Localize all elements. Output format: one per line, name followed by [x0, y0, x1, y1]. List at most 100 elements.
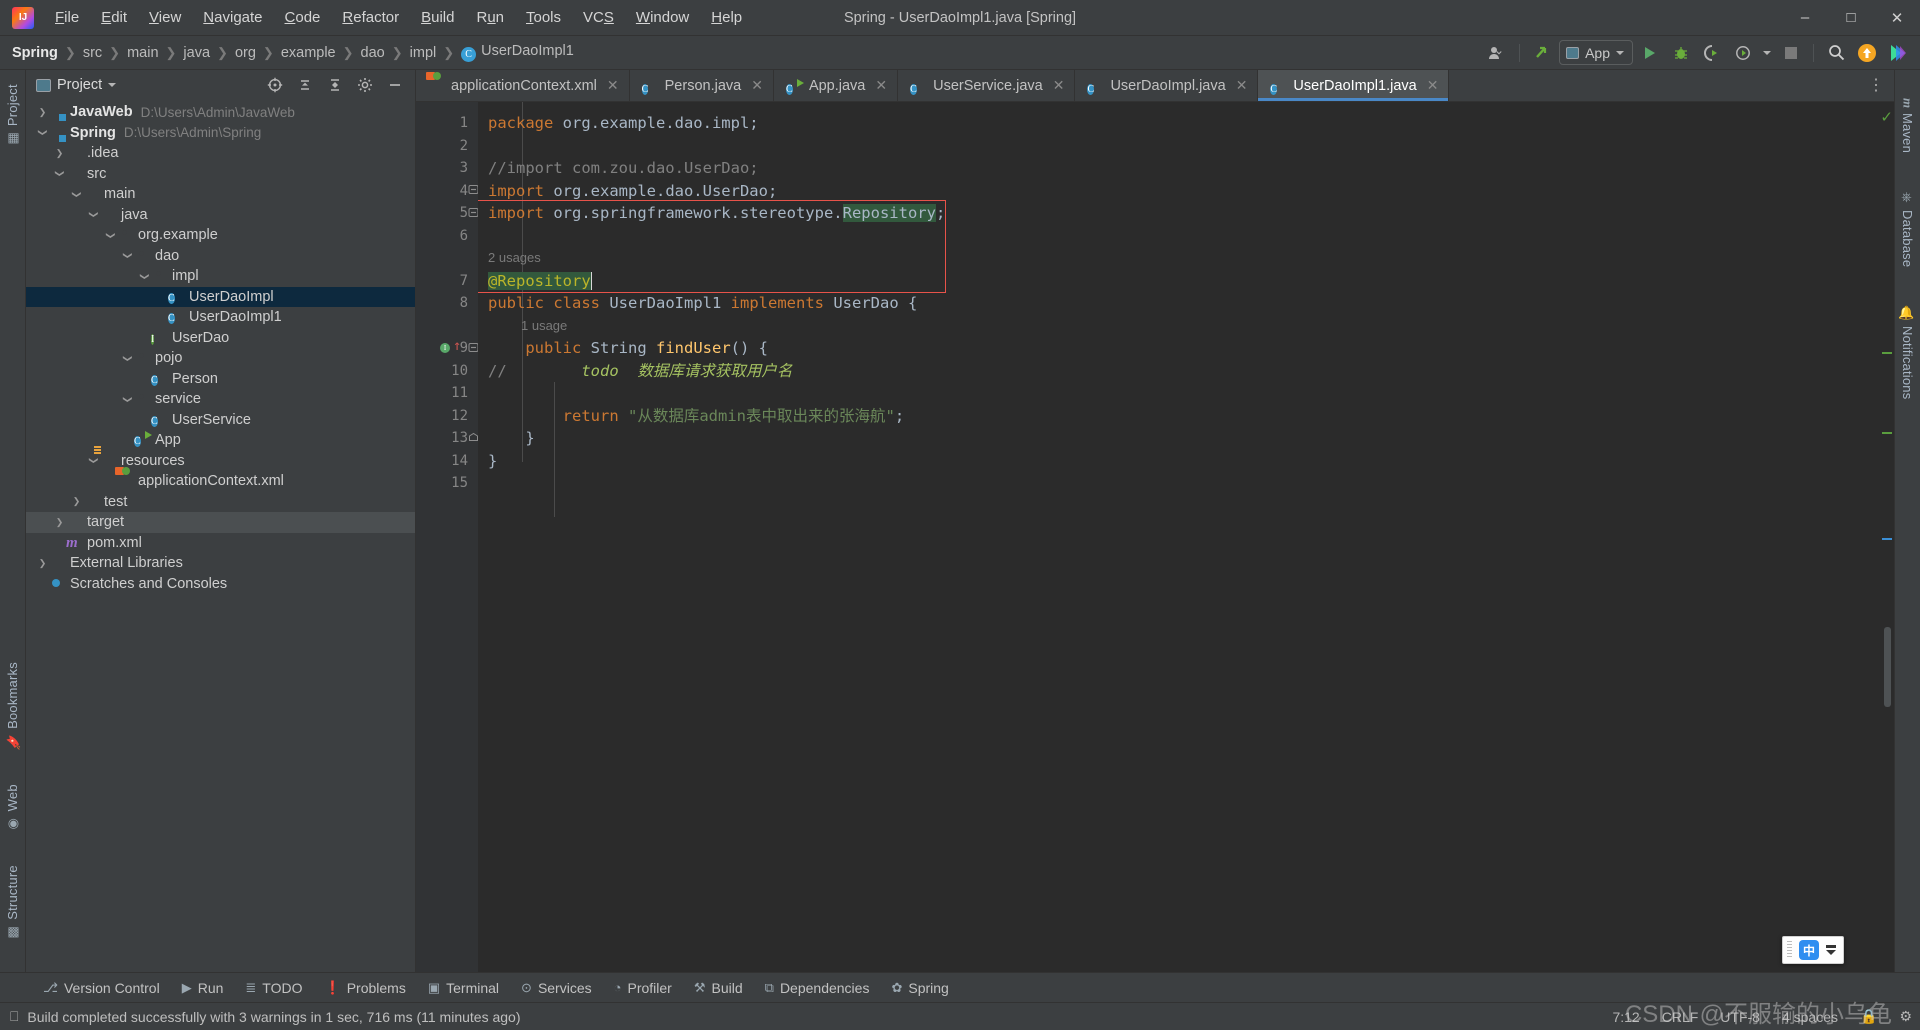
run-button[interactable]	[1636, 40, 1664, 66]
editor-tab-userservice-java[interactable]: C UserService.java ✕	[898, 70, 1076, 101]
code-line[interactable]: package org.example.dao.impl;	[488, 112, 759, 135]
tree-node-person[interactable]: C Person	[26, 369, 415, 390]
menu-edit[interactable]: Edit	[90, 4, 138, 31]
chevron-down-icon[interactable]: ❯	[37, 126, 48, 139]
code-line[interactable]: import org.springframework.stereotype.Re…	[488, 202, 945, 225]
menu-file[interactable]: FFileile	[44, 4, 90, 31]
project-tree[interactable]: ❯ JavaWeb D:\Users\Admin\JavaWeb ❯ Spring D:\…	[26, 100, 415, 972]
editor-tab-person-java[interactable]: C Person.java ✕	[630, 70, 774, 101]
user-account-icon[interactable]	[1483, 40, 1511, 66]
tree-node-resources[interactable]: ❯ resources	[26, 451, 415, 472]
tree-node-scratches-and-consoles[interactable]: Scratches and Consoles	[26, 574, 415, 595]
sogou-pinyin-icon[interactable]: 中	[1799, 940, 1819, 960]
overriding-method-arrow-icon[interactable]: ↑	[453, 339, 461, 353]
menu-build[interactable]: Build	[410, 4, 465, 31]
breadcrumb-item-impl[interactable]: impl	[406, 43, 441, 63]
close-button[interactable]: ✕	[1874, 0, 1920, 36]
editor-tab-applicationcontext-xml[interactable]: applicationContext.xml ✕	[416, 70, 630, 101]
menu-navigate[interactable]: Navigate	[192, 4, 273, 31]
tool-window-button-version-control[interactable]: ⎇ Version Control	[32, 977, 171, 999]
breadcrumb-item-dao[interactable]: dao	[357, 43, 389, 63]
read-only-toggle-icon[interactable]: 🔒	[1860, 1008, 1877, 1025]
hide-panel-icon[interactable]	[381, 72, 409, 98]
rail-button-bookmarks[interactable]: 🔖 Bookmarks	[5, 656, 20, 756]
ime-indicator[interactable]: 中	[1782, 936, 1844, 964]
scrollbar-thumb[interactable]	[1884, 627, 1891, 707]
menu-window[interactable]: Window	[625, 4, 700, 31]
code-line[interactable]: //import com.zou.dao.UserDao;	[488, 157, 759, 180]
tree-node-userdao[interactable]: I UserDao	[26, 328, 415, 349]
inlay-hint-usages[interactable]: 2 usages	[488, 247, 541, 269]
tree-node-external-libraries[interactable]: ❯ External Libraries	[26, 553, 415, 574]
code-line[interactable]: }	[488, 450, 497, 473]
code-line[interactable]: @Repository	[488, 270, 591, 293]
ime-drag-handle[interactable]	[1787, 941, 1792, 959]
collapse-all-icon[interactable]	[321, 72, 349, 98]
chevron-right-icon[interactable]: ❯	[53, 148, 66, 159]
breadcrumb-item-src[interactable]: src	[79, 43, 106, 63]
code-line[interactable]: }	[488, 427, 534, 450]
chevron-down-icon[interactable]: ❯	[88, 208, 99, 221]
menu-tools[interactable]: Tools	[515, 4, 572, 31]
idea-assistant-icon[interactable]	[1884, 40, 1912, 66]
editor-tab-userdaoimpl1-java[interactable]: C UserDaoImpl1.java ✕	[1258, 70, 1450, 101]
chevron-down-icon[interactable]	[108, 83, 117, 87]
close-tab-icon[interactable]: ✕	[875, 77, 887, 94]
tree-node-main[interactable]: ❯ main	[26, 184, 415, 205]
close-tab-icon[interactable]: ✕	[1236, 77, 1248, 94]
close-tab-icon[interactable]: ✕	[1053, 77, 1065, 94]
select-opened-file-icon[interactable]	[261, 72, 289, 98]
tree-node-spring[interactable]: ❯ Spring D:\Users\Admin\Spring	[26, 123, 415, 144]
ime-menu-icon[interactable]	[1826, 945, 1836, 955]
tree-node-target[interactable]: ❯ target	[26, 512, 415, 533]
breadcrumb-item-org[interactable]: org	[231, 43, 260, 63]
tree-node-userdaoimpl[interactable]: C UserDaoImpl	[26, 286, 415, 307]
caret-position[interactable]: 7:12	[1612, 1009, 1639, 1025]
chevron-right-icon[interactable]: ❯	[36, 558, 49, 569]
tool-window-bar[interactable]: ⎇ Version Control ▶ Run ≣ TODO ❗ Problems ▣ Termi…	[0, 972, 1920, 1002]
tree-node-app[interactable]: C App	[26, 430, 415, 451]
chevron-right-icon[interactable]: ❯	[36, 107, 49, 118]
inspections-ok-checkmark[interactable]: ✓	[1880, 108, 1893, 126]
tree-node-javaweb[interactable]: ❯ JavaWeb D:\Users\Admin\JavaWeb	[26, 102, 415, 123]
code-line[interactable]: import org.example.dao.UserDao;	[488, 180, 777, 203]
rail-button-database[interactable]: ⎈ Database	[1900, 185, 1915, 272]
tool-window-button-profiler[interactable]: ◔ Profiler	[603, 977, 683, 999]
run-configuration-selector[interactable]: App	[1559, 40, 1633, 65]
editor-scroll-markers[interactable]: ✓	[1880, 102, 1894, 972]
tree-node-userservice[interactable]: C UserService	[26, 410, 415, 431]
file-encoding[interactable]: UTF-8	[1720, 1009, 1760, 1025]
menu-code[interactable]: Code	[274, 4, 332, 31]
menu-refactor[interactable]: Refactor	[331, 4, 410, 31]
run-with-coverage-button[interactable]	[1698, 40, 1726, 66]
rail-button-structure[interactable]: ▩ Structure	[5, 859, 20, 946]
tree-node-org-example[interactable]: ❯ org.example	[26, 225, 415, 246]
chevron-down-icon[interactable]: ❯	[122, 352, 133, 365]
code-line[interactable]: public String findUser() {	[488, 337, 768, 360]
indent-setting[interactable]: 4 spaces	[1782, 1009, 1838, 1025]
editor-tab-app-java[interactable]: C App.java ✕	[774, 70, 899, 101]
chevron-down-icon[interactable]: ❯	[122, 249, 133, 262]
editor-gutter[interactable]: 123456789101112131415↑	[416, 102, 479, 972]
code-editor[interactable]: 中 package org.example.dao.impl; //import …	[478, 102, 1880, 972]
inlay-hint-usages[interactable]: 1 usage	[521, 315, 567, 337]
close-tab-icon[interactable]: ✕	[1427, 77, 1439, 94]
chevron-down-icon[interactable]: ❯	[105, 229, 116, 242]
tree-node-userdaoimpl1[interactable]: C UserDaoImpl1	[26, 307, 415, 328]
tool-window-button-terminal[interactable]: ▣ Terminal	[417, 977, 510, 999]
tree-node--idea[interactable]: ❯ .idea	[26, 143, 415, 164]
line-separator[interactable]: CRLF	[1662, 1009, 1699, 1025]
rail-button-web[interactable]: ◉ Web	[5, 778, 20, 837]
chevron-right-icon[interactable]: ❯	[53, 517, 66, 528]
chevron-down-icon[interactable]: ❯	[71, 188, 82, 201]
tool-window-button-problems[interactable]: ❗ Problems	[314, 977, 417, 999]
code-line[interactable]: return "从数据库admin表中取出来的张海航";	[488, 405, 905, 428]
implemented-method-marker-icon[interactable]	[440, 343, 450, 353]
menu-view[interactable]: View	[138, 4, 192, 31]
breadcrumb-item-main[interactable]: main	[123, 43, 162, 63]
ide-settings-gear-icon[interactable]: ⚙	[1899, 1008, 1912, 1025]
menu-run[interactable]: Run	[465, 4, 515, 31]
settings-gear-icon[interactable]	[351, 72, 379, 98]
tree-node-pojo[interactable]: ❯ pojo	[26, 348, 415, 369]
debug-button[interactable]	[1667, 40, 1695, 66]
